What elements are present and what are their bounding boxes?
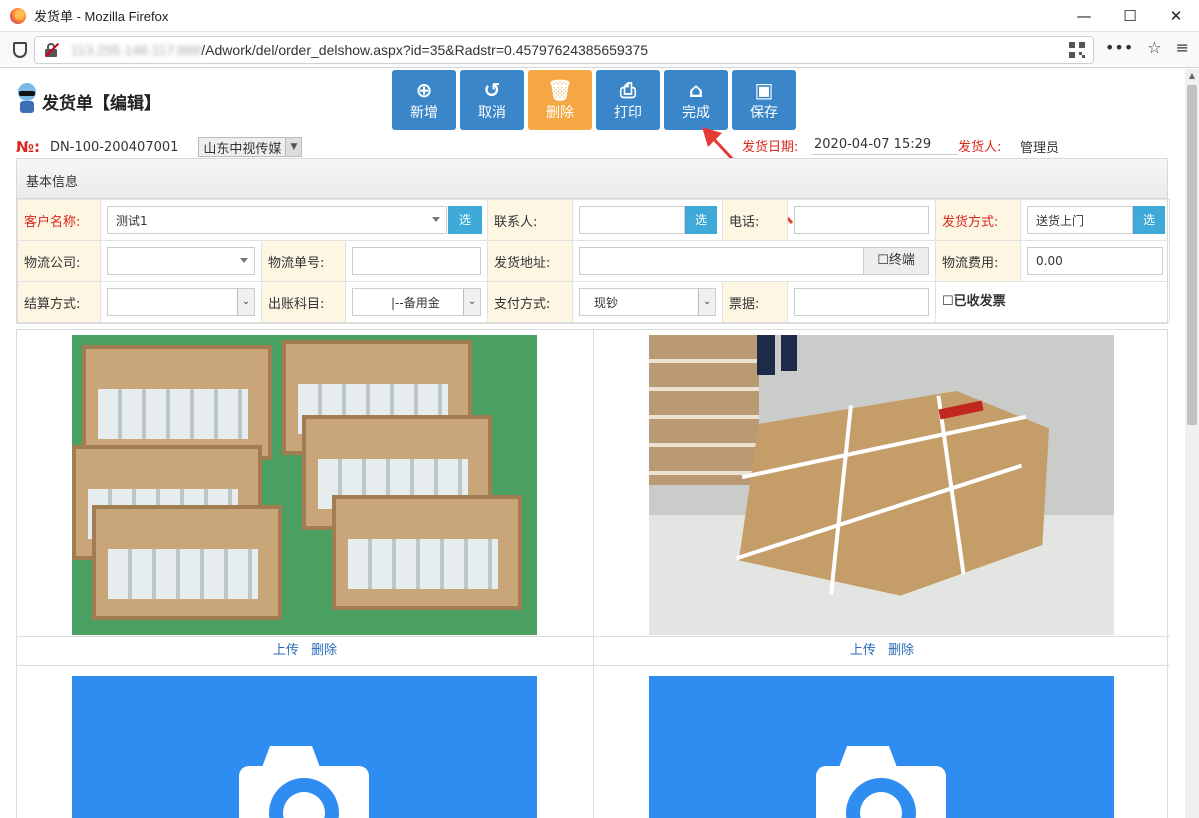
minimize-button[interactable]: — — [1061, 0, 1107, 32]
shipper-input[interactable]: 管理员 — [1018, 135, 1164, 159]
save-icon: ▣ — [754, 78, 774, 102]
chevron-down-icon — [432, 217, 440, 222]
ship-date-label: 发货日期: — [742, 140, 799, 155]
toolbar: ⊕ 新增 ↺ 取消 🗑 删除 ⎙ 打印 ⌂ 完成 ▣ 保存 — [392, 70, 796, 130]
scroll-thumb[interactable] — [1187, 85, 1197, 425]
fee-label: 物流费用: — [935, 240, 1022, 282]
url-path: /Adwork/del/order_delshow.aspx?id=35&Rad… — [201, 42, 649, 58]
settle-select[interactable]: ⌄ — [107, 288, 255, 316]
ship-method-input[interactable]: 送货上门 — [1027, 206, 1134, 234]
chevron-down-icon — [240, 258, 248, 263]
logistics-select[interactable] — [107, 247, 255, 275]
panel-title: 基本信息 — [17, 159, 1167, 199]
firefox-icon — [10, 7, 26, 24]
bill-input[interactable] — [794, 288, 930, 316]
plus-circle-icon: ⊕ — [415, 78, 433, 102]
insecure-lock-icon[interactable] — [43, 42, 60, 58]
waybill-label: 物流单号: — [261, 240, 346, 282]
pay-select[interactable]: 现钞 ⌄ — [579, 288, 717, 316]
invoice-checkbox[interactable]: ☐已收发票 — [942, 294, 1006, 309]
phone-input[interactable] — [794, 206, 930, 234]
address-input[interactable]: ☐终端 — [579, 247, 930, 275]
close-button[interactable]: ✕ — [1153, 0, 1199, 32]
image-gallery: 上传 删除 上传 删除 — [16, 329, 1170, 818]
url-bar[interactable]: 113.255.148.117:888 /Adwork/del/order_de… — [34, 36, 1094, 64]
undo-icon: ↺ — [483, 78, 501, 102]
photo-boxes[interactable] — [72, 335, 537, 635]
settle-label: 结算方式: — [17, 281, 101, 323]
window-title: 发货单 - Mozilla Firefox — [34, 9, 169, 24]
contact-label: 联系人: — [487, 199, 574, 241]
bookmark-star-icon[interactable]: ☆ — [1147, 38, 1161, 57]
complete-button[interactable]: ⌂ 完成 — [664, 70, 728, 130]
customer-select[interactable]: 测试1 — [107, 206, 447, 234]
url-host: 113.255.148.117:888 — [71, 42, 202, 58]
upload-link[interactable]: 上传 — [273, 643, 299, 658]
camera-icon — [816, 746, 946, 818]
camera-icon — [239, 746, 369, 818]
chevron-down-icon: ⌄ — [698, 289, 716, 315]
basic-info-panel: 基本信息 客户名称: 测试1 选 联系人: 选 电话: 发货方式: 送货上门 选… — [16, 158, 1171, 324]
chevron-down-icon: ⌄ — [237, 289, 254, 315]
window-titlebar: 发货单 - Mozilla Firefox — ☐ ✕ — [0, 0, 1199, 32]
image-placeholder[interactable] — [72, 676, 537, 818]
order-no-label: №: — [16, 138, 41, 156]
save-button[interactable]: ▣ 保存 — [732, 70, 796, 130]
basic-info-form: 客户名称: 测试1 选 联系人: 选 电话: 发货方式: 送货上门 选 物流公司… — [17, 199, 1171, 323]
gallery-links: 上传 删除 — [17, 636, 593, 666]
upload-link[interactable]: 上传 — [850, 643, 876, 658]
print-button[interactable]: ⎙ 打印 — [596, 70, 660, 130]
bill-label: 票据: — [722, 281, 789, 323]
print-icon: ⎙ — [620, 78, 636, 102]
chevron-down-icon: ⌄ — [463, 289, 481, 315]
address-label: 发货地址: — [487, 240, 574, 282]
ship-method-label: 发货方式: — [935, 199, 1022, 241]
chevron-down-icon: ▼ — [285, 138, 302, 156]
cancel-button[interactable]: ↺ 取消 — [460, 70, 524, 130]
gallery-links: 上传 删除 — [594, 636, 1170, 666]
gallery-cell-2: 上传 删除 — [593, 330, 1170, 818]
delete-link[interactable]: 删除 — [311, 643, 337, 658]
company-select[interactable]: 山东中视传媒 ▼ — [198, 137, 303, 157]
account-label: 出账科目: — [261, 281, 346, 323]
vertical-scrollbar[interactable]: ▲ — [1185, 69, 1199, 818]
more-actions-icon[interactable]: ••• — [1105, 38, 1133, 57]
delete-button[interactable]: 🗑 删除 — [528, 70, 592, 130]
phone-label: 电话: — [722, 199, 789, 241]
customer-select-button[interactable]: 选 — [448, 206, 482, 234]
ship-date-input[interactable]: 2020-04-07 15:29 — [812, 135, 958, 155]
ship-method-select-button[interactable]: 选 — [1133, 206, 1166, 234]
shield-icon[interactable] — [13, 41, 27, 58]
photo-pallet[interactable] — [649, 335, 1114, 635]
order-number-row: №: DN-100-200407001 山东中视传媒 ▼ — [16, 137, 303, 157]
qr-code-icon[interactable] — [1069, 42, 1085, 58]
add-button[interactable]: ⊕ 新增 — [392, 70, 456, 130]
menu-icon[interactable]: ≡ — [1176, 38, 1189, 57]
shipper-label: 发货人: — [958, 140, 1002, 155]
contact-select-button[interactable]: 选 — [685, 206, 718, 234]
order-no-value: DN-100-200407001 — [50, 139, 179, 155]
waybill-input[interactable] — [352, 247, 482, 275]
gallery-cell-1: 上传 删除 — [17, 330, 593, 818]
pay-label: 支付方式: — [487, 281, 574, 323]
trash-icon: 🗑 — [547, 78, 573, 102]
customer-label: 客户名称: — [17, 199, 101, 241]
scroll-up-icon[interactable]: ▲ — [1185, 69, 1199, 83]
account-select[interactable]: |--备用金 ⌄ — [352, 288, 482, 316]
image-placeholder[interactable] — [649, 676, 1114, 818]
contact-input[interactable] — [579, 206, 686, 234]
tag-icon: ⌂ — [688, 78, 704, 102]
page-content: 发货单【编辑】 ⊕ 新增 ↺ 取消 🗑 删除 ⎙ 打印 ⌂ 完成 ▣ 保存 №:… — [0, 69, 1185, 818]
page-title: 发货单【编辑】 — [42, 94, 161, 114]
terminal-checkbox[interactable]: ☐终端 — [863, 247, 930, 275]
mascot-logo — [16, 81, 38, 115]
maximize-button[interactable]: ☐ — [1107, 0, 1153, 32]
fee-input[interactable]: 0.00 — [1027, 247, 1164, 275]
logistics-label: 物流公司: — [17, 240, 101, 282]
browser-navbar: 113.255.148.117:888 /Adwork/del/order_de… — [0, 32, 1199, 68]
delete-link[interactable]: 删除 — [888, 643, 914, 658]
